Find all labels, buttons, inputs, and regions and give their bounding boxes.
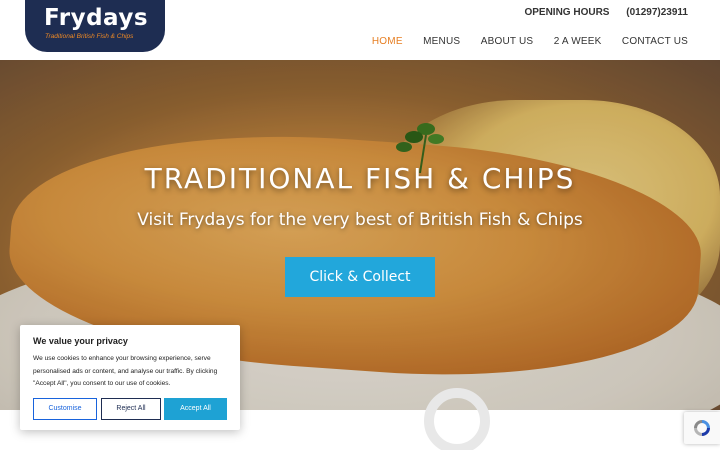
accept-all-button[interactable]: Accept All: [164, 398, 227, 420]
hero-subtitle: Visit Frydays for the very best of Briti…: [137, 210, 583, 230]
recaptcha-icon: [694, 420, 710, 436]
phone-link[interactable]: (01297)23911: [626, 7, 688, 18]
nav-item-menus[interactable]: MENUS: [423, 36, 460, 47]
header-contact-bar: OPENING HOURS (01297)23911: [510, 7, 688, 18]
site-logo[interactable]: Frydays Traditional British Fish & Chips: [25, 0, 165, 52]
cookie-banner-text: We use cookies to enhance your browsing …: [33, 355, 218, 387]
opening-hours-link[interactable]: OPENING HOURS: [524, 7, 609, 18]
recaptcha-badge[interactable]: [684, 412, 720, 444]
nav-item-contact-us[interactable]: CONTACT US: [622, 36, 688, 47]
site-header: Frydays Traditional British Fish & Chips…: [0, 0, 720, 60]
click-and-collect-button[interactable]: Click & Collect: [285, 257, 435, 297]
hero-title: TRADITIONAL FISH & CHIPS: [144, 162, 576, 195]
nav-item-2-a-week[interactable]: 2 A WEEK: [554, 36, 602, 47]
cookie-consent-banner: We value your privacy We use cookies to …: [20, 325, 240, 430]
reject-all-button[interactable]: Reject All: [101, 398, 161, 420]
logo-text: Frydays: [44, 5, 149, 31]
nav-item-home[interactable]: HOME: [372, 36, 403, 47]
customise-button[interactable]: Customise: [33, 398, 97, 420]
nav-item-about-us[interactable]: ABOUT US: [481, 36, 534, 47]
loading-ring-icon: [424, 388, 490, 450]
cookie-banner-title: We value your privacy: [33, 336, 128, 346]
logo-tagline: Traditional British Fish & Chips: [45, 33, 134, 40]
main-nav: HOME MENUS ABOUT US 2 A WEEK CONTACT US: [356, 31, 688, 49]
